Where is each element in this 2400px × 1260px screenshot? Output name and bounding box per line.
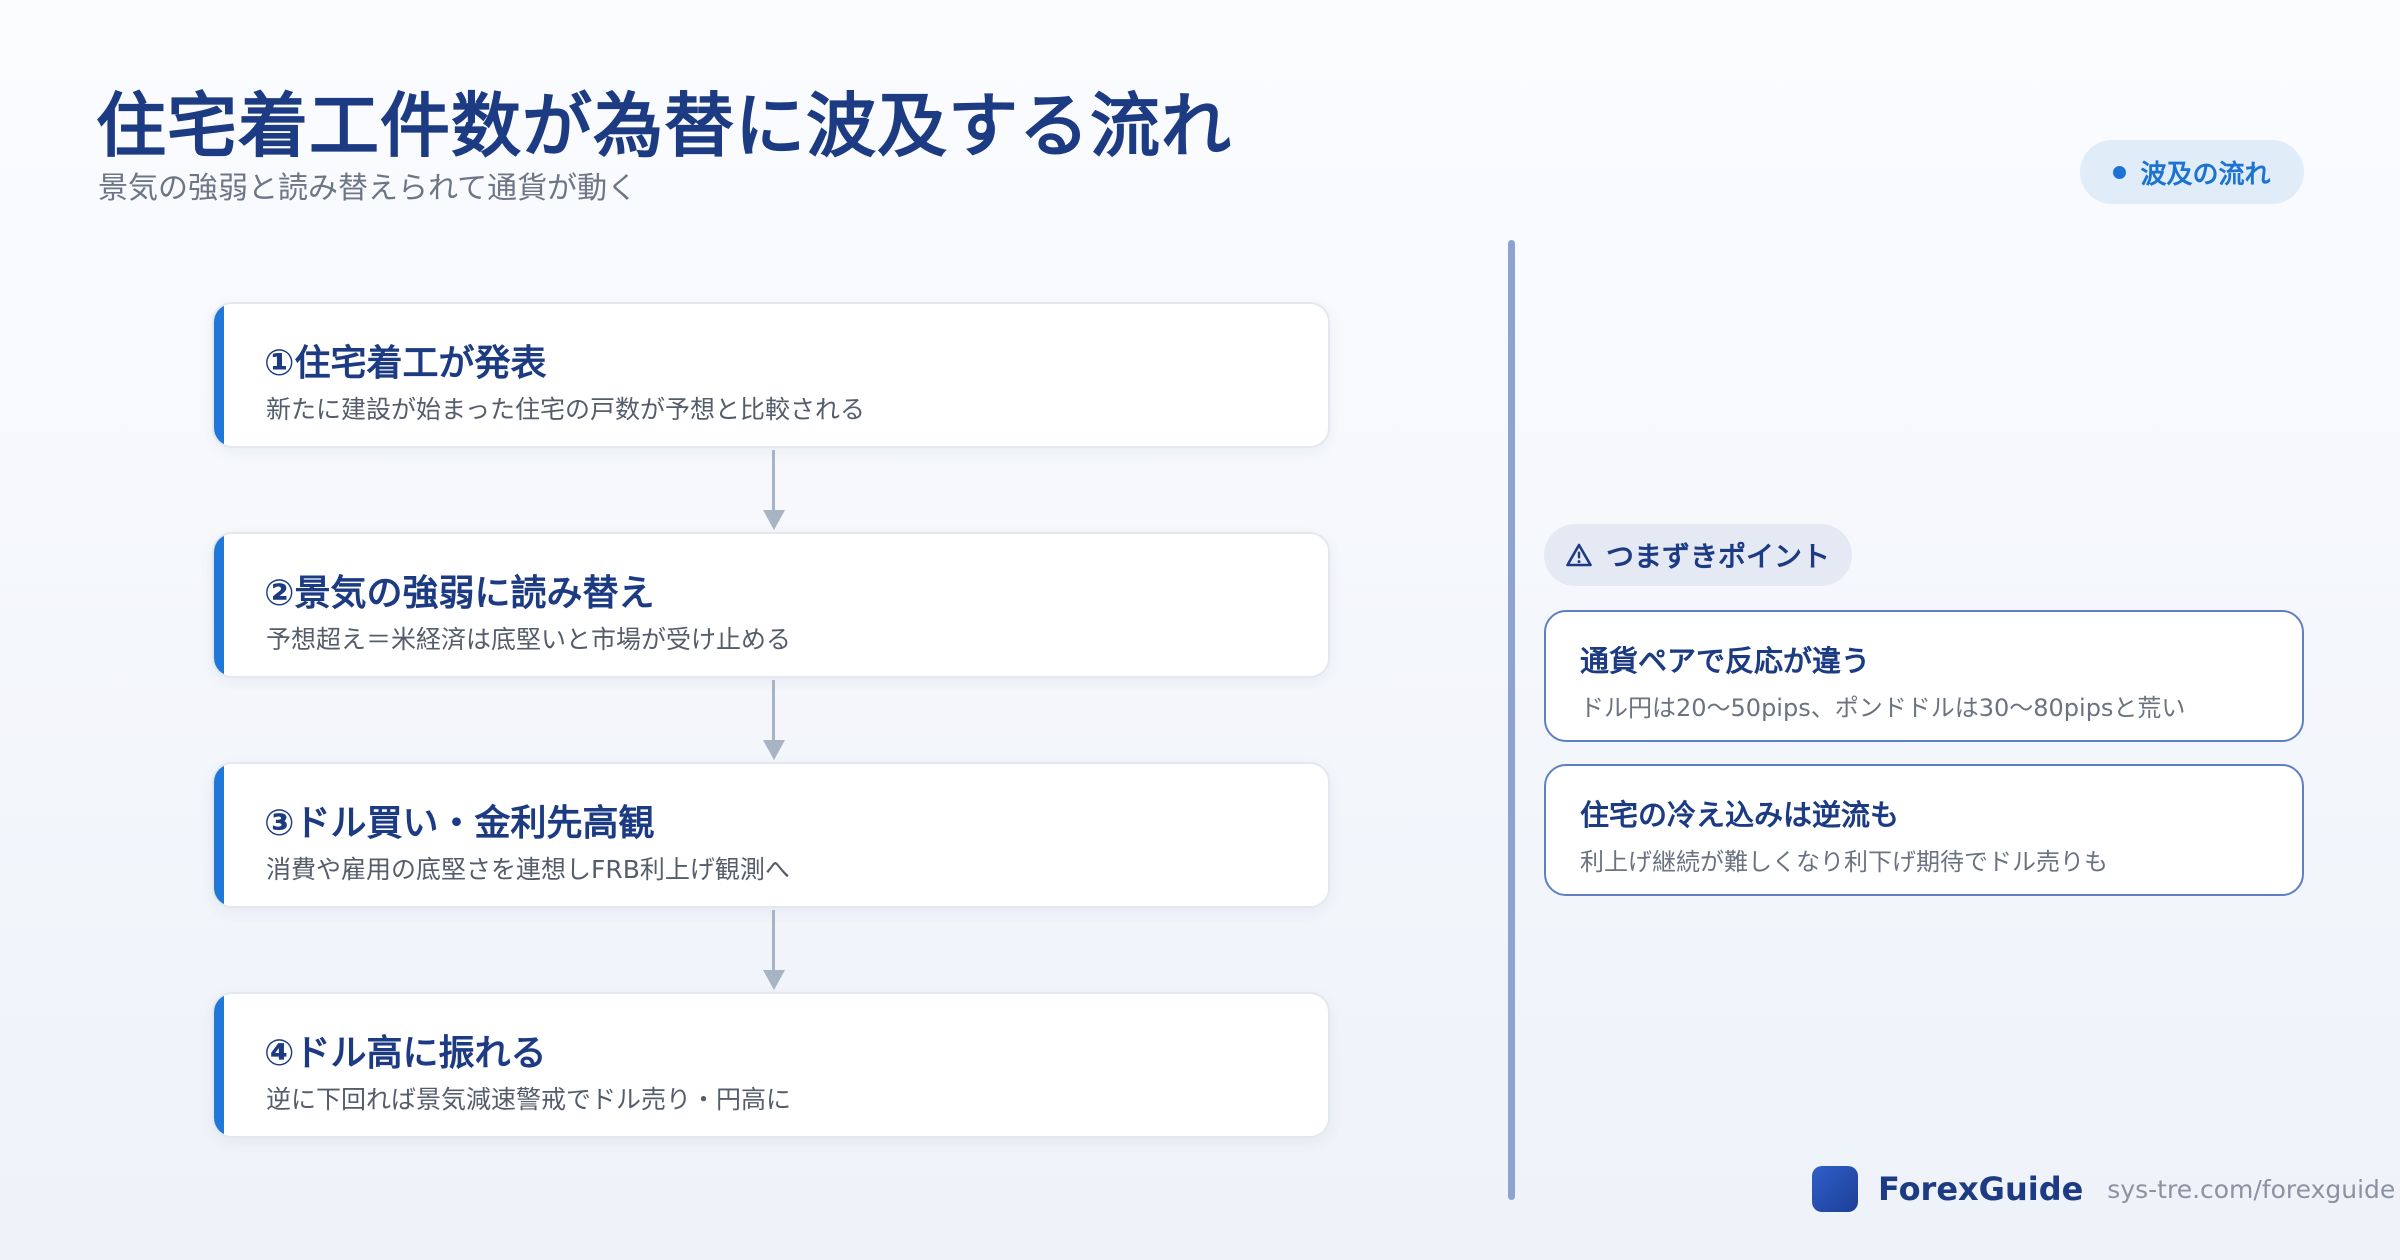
pitfalls-heading-label: つまずきポイント bbox=[1605, 540, 1830, 573]
step-title: ②景気の強弱に読み替え bbox=[264, 573, 655, 614]
step-description: 新たに建設が始まった住宅の戸数が予想と比較される bbox=[266, 395, 866, 424]
step-description: 消費や雇用の底堅さを連想しFRB利上げ観測へ bbox=[266, 855, 790, 884]
step-description: 逆に下回れば景気減速警戒でドル売り・円高に bbox=[266, 1085, 792, 1114]
pitfalls-heading: つまずきポイント bbox=[1544, 524, 1852, 586]
pitfall-description: 利上げ継続が難しくなり利下げ期待でドル売りも bbox=[1580, 848, 2108, 876]
warning-icon bbox=[1566, 543, 1592, 567]
footer-brand: ForexGuide sys-tre.com/forexguide bbox=[1812, 1166, 2395, 1212]
page-title: 住宅着工件数が為替に波及する流れ bbox=[96, 85, 1232, 167]
brand-name: ForexGuide bbox=[1878, 1170, 2084, 1208]
vertical-divider bbox=[1508, 240, 1515, 1200]
brand-logo-icon bbox=[1812, 1166, 1858, 1212]
pitfall-card-1: 通貨ペアで反応が違う ドル円は20〜50pips、ポンドドルは30〜80pips… bbox=[1544, 610, 2304, 742]
flow-step-1: ①住宅着工が発表 新たに建設が始まった住宅の戸数が予想と比較される bbox=[212, 302, 1330, 448]
flow-badge: 波及の流れ bbox=[2080, 140, 2304, 204]
arrow-down-icon bbox=[763, 680, 785, 762]
arrow-down-icon bbox=[763, 450, 785, 532]
flow-step-2: ②景気の強弱に読み替え 予想超え＝米経済は底堅いと市場が受け止める bbox=[212, 532, 1330, 678]
pitfall-description: ドル円は20〜50pips、ポンドドルは30〜80pipsと荒い bbox=[1580, 694, 2186, 722]
pitfall-title: 通貨ペアで反応が違う bbox=[1580, 644, 1871, 678]
step-title: ④ドル高に振れる bbox=[264, 1033, 547, 1074]
pitfall-card-2: 住宅の冷え込みは逆流も 利上げ継続が難しくなり利下げ期待でドル売りも bbox=[1544, 764, 2304, 896]
flow-step-3: ③ドル買い・金利先高観 消費や雇用の底堅さを連想しFRB利上げ観測へ bbox=[212, 762, 1330, 908]
badge-label: 波及の流れ bbox=[2140, 159, 2271, 190]
pitfall-title: 住宅の冷え込みは逆流も bbox=[1580, 798, 1900, 832]
step-title: ③ドル買い・金利先高観 bbox=[264, 803, 655, 844]
page-subtitle: 景気の強弱と読み替えられて通貨が動く bbox=[98, 171, 638, 206]
badge-dot-icon bbox=[2113, 165, 2127, 179]
flow-step-4: ④ドル高に振れる 逆に下回れば景気減速警戒でドル売り・円高に bbox=[212, 992, 1330, 1138]
step-title: ①住宅着工が発表 bbox=[264, 343, 547, 384]
arrow-down-icon bbox=[763, 910, 785, 992]
step-description: 予想超え＝米経済は底堅いと市場が受け止める bbox=[266, 625, 792, 654]
brand-url[interactable]: sys-tre.com/forexguide bbox=[2107, 1175, 2395, 1204]
